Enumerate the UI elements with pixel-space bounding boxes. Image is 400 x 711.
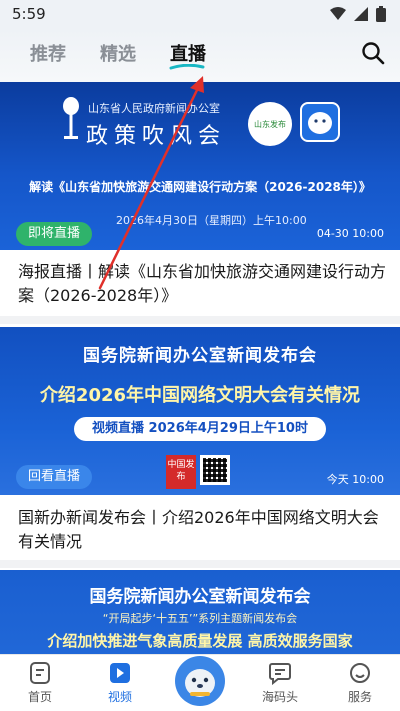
seal-mascot-icon <box>300 102 340 142</box>
nav-service[interactable]: 服务 <box>320 655 400 711</box>
microphone-icon <box>63 97 79 139</box>
logo-text: 山东发布 <box>254 119 286 129</box>
top-tab-bar: 推荐 精选 直播 <box>0 28 400 82</box>
banner-org: 山东省人民政府新闻办公室 <box>88 102 220 115</box>
nav-video[interactable]: 视频 <box>80 655 160 711</box>
live-card-banner[interactable]: 国务院新闻办公室新闻发布会 “开局起步‘十五五’”系列主题新闻发布会 介绍加快推… <box>0 570 400 654</box>
banner-date: 2026年4月30日（星期四）上午10:00 <box>116 214 307 227</box>
mascot-icon <box>185 669 215 697</box>
live-card-caption[interactable]: 国新办新闻发布会丨介绍2026年中国网络文明大会有关情况 <box>18 506 388 554</box>
banner-live-line: 视频直播 2026年4月29日上午10时 <box>74 417 326 441</box>
chat-icon <box>269 663 291 685</box>
live-feed: 山东省人民政府新闻办公室 政策吹风会 山东发布 解读《山东省加快旅游交通网建设行… <box>0 82 400 654</box>
nav-label: 视频 <box>107 690 132 704</box>
home-icon <box>30 662 50 684</box>
banner-title: 介绍2026年中国网络文明大会有关情况 <box>39 385 361 406</box>
banner-subtitle: “开局起步‘十五五’”系列主题新闻发布会 <box>102 612 298 625</box>
nav-label: 首页 <box>27 690 52 704</box>
nav-label: 服务 <box>347 690 372 704</box>
china-fabu-logo: 中国发布 <box>166 455 196 489</box>
divider <box>0 316 400 324</box>
divider <box>0 560 400 568</box>
live-card-banner[interactable]: 国务院新闻办公室新闻发布会 介绍2026年中国网络文明大会有关情况 视频直播 2… <box>0 327 400 495</box>
service-icon <box>350 663 370 683</box>
replay-badge: 回看直播 <box>16 465 93 489</box>
live-time: 04-30 10:00 <box>316 227 384 240</box>
nav-label: 海码头 <box>261 690 298 704</box>
active-tab-indicator <box>169 64 205 70</box>
qr-code-icon <box>200 455 230 485</box>
status-bar: 5:59 <box>0 0 400 28</box>
status-icons <box>330 6 386 22</box>
battery-icon <box>376 6 386 22</box>
nav-pier[interactable]: 海码头 <box>240 655 320 711</box>
mascot-button[interactable] <box>175 656 225 706</box>
tab-live[interactable]: 直播 <box>170 40 206 66</box>
live-time: 今天 10:00 <box>326 473 384 486</box>
tab-featured[interactable]: 精选 <box>100 40 136 66</box>
banner-org: 国务院新闻办公室新闻发布会 <box>83 346 317 366</box>
banner-org: 国务院新闻办公室新闻发布会 <box>89 587 311 607</box>
signal-icon <box>354 7 368 21</box>
banner-title: 介绍加快推进气象高质量发展 高质效服务国家 <box>47 632 353 650</box>
shandong-fabu-logo: 山东发布 <box>248 102 292 146</box>
video-icon <box>110 663 130 683</box>
banner-subtitle: 解读《山东省加快旅游交通网建设行动方案（2026-2028年）》 <box>29 180 371 194</box>
live-card-banner[interactable]: 山东省人民政府新闻办公室 政策吹风会 山东发布 解读《山东省加快旅游交通网建设行… <box>0 82 400 250</box>
status-time: 5:59 <box>12 5 46 23</box>
wifi-icon <box>330 7 346 20</box>
tab-recommend[interactable]: 推荐 <box>30 40 66 66</box>
nav-home[interactable]: 首页 <box>0 655 80 711</box>
banner-title: 政策吹风会 <box>86 124 227 149</box>
search-icon[interactable] <box>360 40 386 66</box>
live-card-caption[interactable]: 海报直播丨解读《山东省加快旅游交通网建设行动方案（2026-2028年）》 <box>18 260 388 308</box>
upcoming-live-badge: 即将直播 <box>16 222 93 246</box>
